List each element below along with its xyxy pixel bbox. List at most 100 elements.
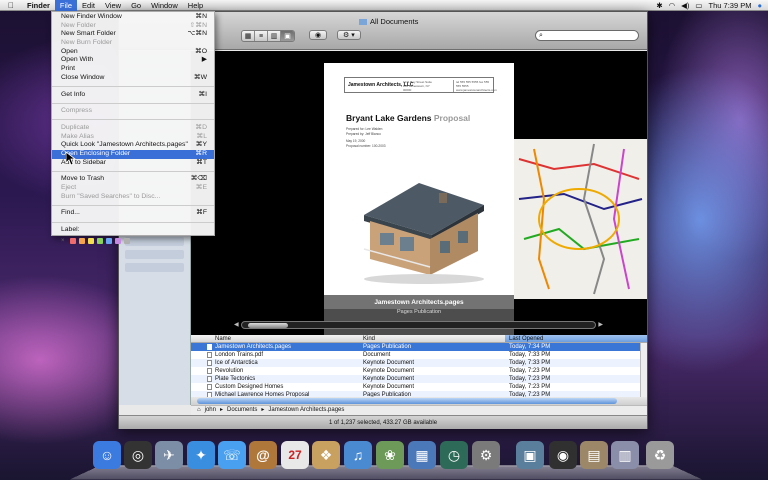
menu-file[interactable]: File [54, 0, 78, 11]
trash-icon[interactable]: ♻ [646, 441, 674, 469]
menu-item-burn[interactable]: Burn "Saved Searches" to Disc... [52, 193, 214, 202]
itunes-icon[interactable]: ♫ [344, 441, 372, 469]
path-separator-icon: ▸ [261, 407, 265, 413]
dashboard-icon[interactable]: ◎ [124, 441, 152, 469]
addressbook-icon[interactable]: @ [249, 441, 277, 469]
label-green[interactable] [97, 237, 103, 244]
table-row[interactable]: London Trains.pdf Document Today, 7:33 P… [191, 351, 647, 359]
menu-separator [52, 170, 214, 172]
photobooth-icon[interactable]: ◉ [549, 441, 577, 469]
label-red[interactable] [70, 237, 76, 244]
mail-icon[interactable]: ✈ [155, 441, 183, 469]
list-rows: Jamestown Architects.pages Pages Publica… [191, 343, 647, 399]
label-blue[interactable] [106, 237, 112, 244]
systempreferences-icon[interactable]: ⚙ [472, 441, 500, 469]
column-header-kind[interactable]: Kind [359, 335, 505, 342]
london-trains-preview[interactable] [514, 139, 647, 299]
document-preview[interactable]: Jamestown Architects, LLC 1011 Bay Stree… [324, 63, 514, 335]
label-none-icon[interactable]: × [61, 238, 67, 244]
downloads-stack-icon[interactable]: ▥ [611, 441, 639, 469]
sidebar-item[interactable] [125, 263, 184, 272]
menu-item-duplicate[interactable]: Duplicate ⌘D [52, 124, 214, 133]
menu-item-new-folder[interactable]: New Folder ⇧⌘N [52, 22, 214, 31]
action-button[interactable]: ⚙ ▾ [337, 30, 361, 40]
path-item-file[interactable]: Jamestown Architects.pages [268, 406, 344, 415]
iphoto-icon[interactable]: ❀ [376, 441, 404, 469]
search-icon: ⌕ [539, 32, 543, 39]
scroll-right-icon[interactable]: ▶ [598, 321, 603, 328]
sidebar-item[interactable] [125, 250, 184, 259]
finder-icon[interactable]: ☺ [93, 441, 121, 469]
table-row[interactable]: Custom Designed Homes Keynote Document T… [191, 383, 647, 391]
list-horizontal-scrollbar[interactable] [191, 397, 647, 405]
coverflow-view-button[interactable]: ▣ [281, 31, 294, 41]
path-item-home[interactable]: john [205, 406, 216, 415]
ichat-icon[interactable]: ☏ [218, 441, 246, 469]
menu-edit[interactable]: Edit [77, 0, 100, 11]
table-row[interactable]: Ice of Antarctica Keynote Document Today… [191, 359, 647, 367]
quicklook-button[interactable]: ◉ [309, 30, 328, 40]
menu-item-open[interactable]: Open ⌘O [52, 48, 214, 57]
spaces-icon[interactable]: ▦ [408, 441, 436, 469]
menu-item-move-to-trash[interactable]: Move to Trash ⌘⌫ [52, 175, 214, 184]
menu-item-new-smart-folder[interactable]: New Smart Folder ⌥⌘N [52, 30, 214, 39]
table-row[interactable]: Plate Tectonics Keynote Document Today, … [191, 375, 647, 383]
list-horizontal-scroll-thumb[interactable] [197, 398, 617, 404]
menu-item-open-with[interactable]: Open With ▶ [52, 56, 214, 65]
caption-filename: Jamestown Architects.pages [374, 299, 464, 306]
menu-item-get-info[interactable]: Get Info ⌘I [52, 91, 214, 100]
battery-icon[interactable]: ▭ [695, 0, 702, 11]
path-bar: ⌂ john ▸ Documents ▸ Jamestown Architect… [191, 405, 647, 415]
menu-item-new-burn-folder[interactable]: New Burn Folder [52, 39, 214, 48]
menu-item-eject[interactable]: Eject ⌘E [52, 184, 214, 193]
ical-icon[interactable]: 27 [281, 441, 309, 469]
label-orange[interactable] [79, 237, 85, 244]
column-header-name[interactable]: Name [191, 335, 359, 342]
icon-view-button[interactable]: ▦ [242, 31, 255, 41]
label-purple[interactable] [115, 237, 121, 244]
menu-window[interactable]: Window [146, 0, 183, 11]
apple-menu-icon[interactable]:  [0, 1, 22, 10]
row-date: Today, 7:23 PM [509, 368, 551, 374]
menu-item-open-enclosing-folder[interactable]: Open Enclosing Folder ⌘R [52, 149, 214, 159]
spotlight-icon[interactable]: ● [757, 0, 762, 11]
scroll-left-icon[interactable]: ◀ [234, 321, 239, 328]
bluetooth-icon[interactable]: ✱ [656, 0, 662, 11]
menu-item-close-window[interactable]: Close Window ⌘W [52, 74, 214, 83]
menu-item-print[interactable]: Print [52, 65, 214, 74]
menu-help[interactable]: Help [183, 0, 208, 11]
list-vertical-scrollbar[interactable] [640, 343, 647, 397]
preview-icon[interactable]: ❖ [312, 441, 340, 469]
volume-icon[interactable]: ◀) [681, 0, 689, 11]
label-yellow[interactable] [88, 237, 94, 244]
documents-stack-icon[interactable]: ▤ [580, 441, 608, 469]
smart-folder-icon [359, 19, 367, 26]
menu-item-compress[interactable]: Compress [52, 107, 214, 116]
menu-item-add-to-sidebar[interactable]: Add to Sidebar ⌘T [52, 159, 214, 168]
menu-item-find[interactable]: Find... ⌘F [52, 209, 214, 218]
timemachine-icon[interactable]: ◷ [440, 441, 468, 469]
menu-item-new-finder-window[interactable]: New Finder Window ⌘N [52, 13, 214, 22]
column-header-last-opened[interactable]: Last Opened [505, 335, 647, 342]
cover-flow-view[interactable]: Jamestown Architects, LLC 1011 Bay Stree… [191, 51, 647, 335]
menu-view[interactable]: View [100, 0, 126, 11]
safari-icon[interactable]: ✦ [187, 441, 215, 469]
column-view-button[interactable]: ▥ [268, 31, 281, 41]
label-gray[interactable] [124, 237, 130, 244]
table-row[interactable]: Jamestown Architects.pages Pages Publica… [191, 343, 647, 351]
pictures-stack-icon[interactable]: ▣ [516, 441, 544, 469]
pages-file-icon [207, 344, 212, 350]
table-row[interactable]: Revolution Keynote Document Today, 7:23 … [191, 367, 647, 375]
list-view-button[interactable]: ≡ [255, 31, 268, 41]
menu-finder[interactable]: Finder [22, 0, 55, 11]
coverflow-scrollbar[interactable]: ◀ ▶ [234, 321, 603, 329]
clock[interactable]: Thu 7:39 PM [709, 0, 752, 11]
wifi-icon[interactable]: ◠ [669, 0, 676, 11]
search-field[interactable]: ⌕ [535, 30, 639, 41]
row-date: Today, 7:33 PM [509, 352, 551, 358]
path-item-documents[interactable]: Documents [227, 406, 257, 415]
menu-item-quick-look[interactable]: Quick Look "Jamestown Architects.pages" ⌘… [52, 141, 214, 150]
menu-item-make-alias[interactable]: Make Alias ⌘L [52, 133, 214, 142]
menu-go[interactable]: Go [126, 0, 146, 11]
coverflow-scroll-thumb[interactable] [248, 323, 288, 328]
